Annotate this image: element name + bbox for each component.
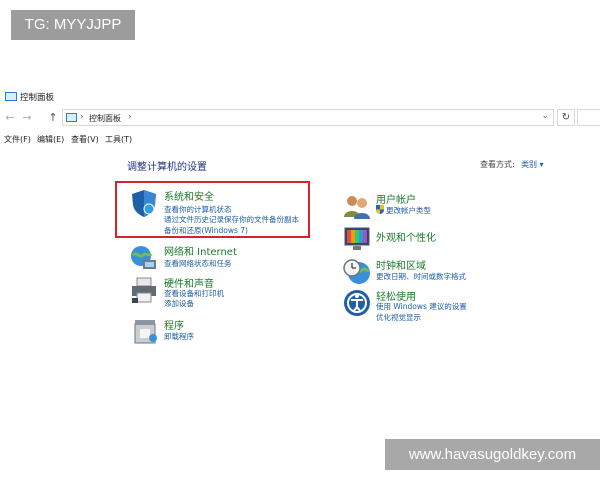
menu-view[interactable]: 查看(V) [71,134,99,145]
address-dropdown-icon[interactable]: ⌄ [541,111,549,121]
control-panel-window: 控制面板 ← → ↑ › 控制面板 › ⌄ ↻ 文件(F) 编辑(E) 查看(V… [0,87,600,397]
view-by-dropdown[interactable]: 类别 ▾ [521,159,544,170]
display-palette-icon[interactable] [342,224,372,254]
breadcrumb-separator-icon[interactable]: › [80,112,84,122]
menu-edit[interactable]: 编辑(E) [37,134,64,145]
page-title: 调整计算机的设置 [127,162,207,173]
link-optimize-visual-display[interactable]: 优化视觉显示 [376,312,421,323]
category-user-accounts[interactable]: 用户帐户 [376,191,416,206]
navigation-bar: ← → ↑ › 控制面板 › ⌄ ↻ [0,108,600,128]
link-add-device[interactable]: 添加设备 [164,298,194,309]
window-title: 控制面板 [20,93,55,103]
address-control-panel-icon [66,113,77,122]
control-panel-icon [5,92,17,101]
up-arrow-icon[interactable]: ↑ [47,111,59,124]
breadcrumb-control-panel[interactable]: 控制面板 [89,113,121,124]
category-programs[interactable]: 程序 [164,317,184,332]
site-watermark: www.havasugoldkey.com [385,439,600,470]
link-change-date-time-format[interactable]: 更改日期、时间或数字格式 [376,271,466,282]
link-view-network-status[interactable]: 查看网络状态和任务 [164,258,232,269]
back-arrow-icon[interactable]: ← [4,111,16,124]
ease-of-access-icon[interactable] [342,288,372,318]
refresh-button[interactable]: ↻ [557,109,575,126]
programs-box-icon[interactable] [131,316,161,346]
menu-tools[interactable]: 工具(T) [105,134,132,145]
users-icon[interactable] [342,192,372,222]
category-clock-region[interactable]: 时钟和区域 [376,257,426,272]
printer-icon[interactable] [129,275,159,305]
clock-globe-icon[interactable] [342,257,372,287]
highlight-box [115,181,310,238]
category-appearance[interactable]: 外观和个性化 [376,229,436,244]
menu-file[interactable]: 文件(F) [4,134,31,145]
menu-bar: 文件(F) 编辑(E) 查看(V) 工具(T) [0,133,600,147]
tg-badge: TG: MYYJJPP [11,10,135,40]
breadcrumb-chevron-icon[interactable]: › [128,112,132,122]
view-by-label: 查看方式: [480,160,515,169]
network-globe-icon[interactable] [129,243,159,273]
link-windows-recommended-settings[interactable]: 使用 Windows 建议的设置 [376,301,467,312]
link-change-account-type[interactable]: 更改帐户类型 [386,205,431,216]
address-bar[interactable]: › 控制面板 › ⌄ [62,109,554,126]
uac-shield-icon [376,205,384,214]
search-input[interactable] [577,109,600,126]
title-bar: 控制面板 [0,87,600,107]
category-network-internet[interactable]: 网络和 Internet [164,243,237,258]
forward-arrow-icon[interactable]: → [21,111,33,124]
link-uninstall-program[interactable]: 卸载程序 [164,331,194,342]
